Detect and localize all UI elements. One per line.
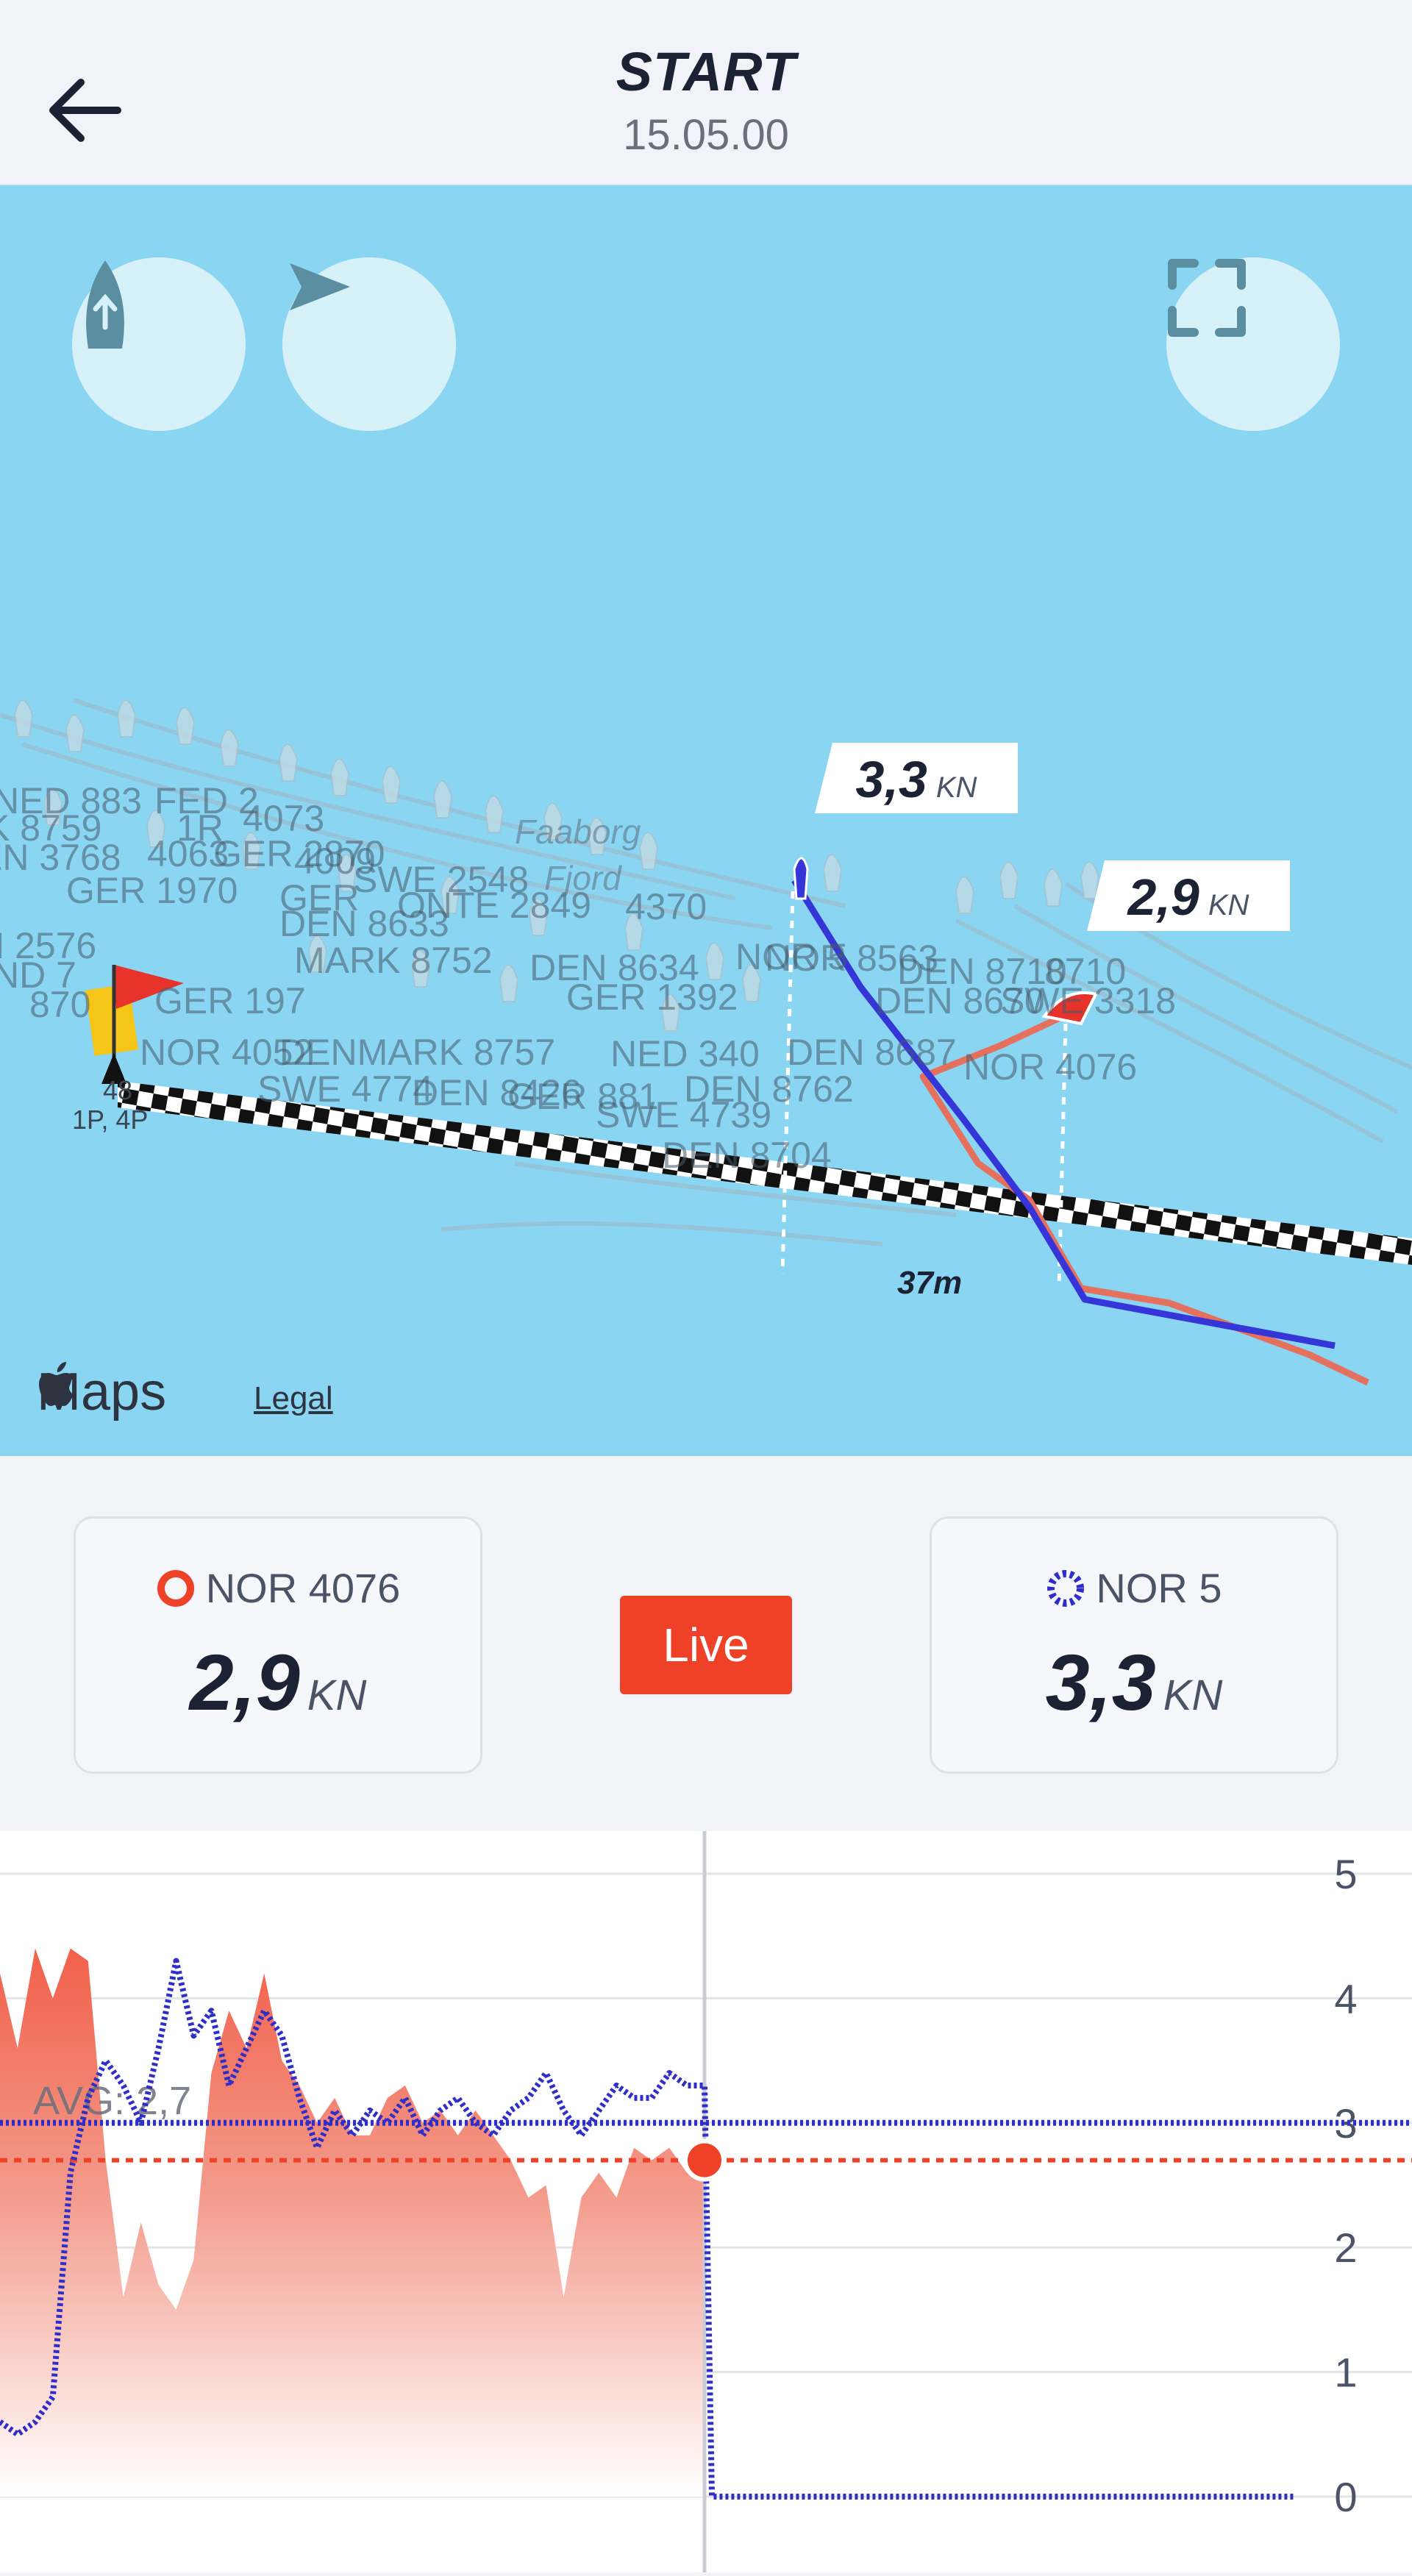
boat-label: 870 [29,984,91,1025]
pin-end-label: 1P, 4P [72,1105,149,1135]
page-subtitle: 15.05.00 [623,111,789,159]
y-tick-label: 5 [1334,1851,1357,1897]
y-tick-label: 4 [1334,1975,1357,2022]
boat-card-title: NOR 5 [932,1564,1336,1612]
speed-chart-canvas: 012345AVG: 2,7 [0,1831,1412,2572]
apple-maps-logo: Maps [37,1362,166,1422]
speed-tag-nor-5: 3,3 KN [815,743,1018,813]
y-tick-label: 2 [1334,2224,1357,2271]
boat-speed: 2,9 KN [76,1636,480,1728]
boat-card-nor-5[interactable]: NOR 5 3,3 KN [930,1516,1338,1774]
speed-chart[interactable]: 0 1 2 3 4 5 AVG: 2,7 [0,1831,1412,2572]
boat-label: SWE 4774 [257,1068,434,1110]
boat-label: GER 1970 [66,870,238,911]
boat-speed-unit: KN [307,1671,367,1719]
boat-label: NOR 8563 [765,938,939,979]
series-area-nor-4076 [0,1948,705,2497]
boat-label: GER 1392 [566,977,738,1018]
boat-label: SWE 3318 [1000,980,1177,1021]
red-ring-icon [157,1570,194,1607]
distance-label: 37m [897,1265,963,1301]
speed-tag-unit: KN [1208,889,1249,921]
current-point-marker [683,2138,726,2182]
boat-heading-button[interactable] [72,257,246,431]
apple-logo-icon [39,1362,74,1406]
pin-number-label: 48 [103,1075,133,1105]
course-up-button[interactable] [282,257,456,431]
boat-name: NOR 4076 [205,1565,401,1611]
place-label: Fjord [544,859,621,897]
boat-label: MARK 8752 [294,940,493,981]
fullscreen-button[interactable] [1166,257,1340,431]
legal-link[interactable]: Legal [254,1380,333,1417]
boat-card-nor-4076[interactable]: NOR 4076 2,9 KN [74,1516,482,1774]
y-tick-label: 1 [1334,2350,1357,2396]
header-bar: START 15.05.00 [0,0,1412,185]
boat-speed-value: 3,3 [1045,1638,1156,1727]
y-tick-label: 0 [1334,2474,1357,2520]
boat-label: DEN 8704 [662,1135,832,1176]
boat-speed-value: 2,9 [189,1638,300,1727]
boat-label: 4370 [625,886,707,927]
page-title: START [616,41,796,102]
speed-tag-value: 2,9 [1127,868,1199,926]
fullscreen-icon [1168,259,1246,337]
boat-speed-unit: KN [1163,1671,1223,1719]
boat-label: SWE 4739 [596,1094,772,1135]
boat-speed: 3,3 KN [932,1636,1336,1728]
boat-label: GER 197 [154,980,306,1021]
boat-card-title: NOR 4076 [76,1564,480,1612]
boat-icon [86,260,124,349]
blue-dotted-ring-icon [1047,1570,1085,1607]
speed-tag-unit: KN [935,771,977,804]
live-button[interactable]: Live [620,1596,792,1694]
speed-tag-nor-4076: 2,9 KN [1087,860,1290,931]
avg-label: AVG: 2,7 [33,2079,191,2123]
place-label: Faaborg [515,813,641,851]
boat-name: NOR 5 [1096,1565,1222,1611]
speed-tag-value: 3,3 [855,751,927,808]
navigation-arrow-icon [290,263,350,310]
boat-label: NOR 4076 [963,1046,1138,1088]
race-map[interactable]: NED 883 FED 2 4073 K 8759 1R EN 3768 406… [0,185,1412,1456]
